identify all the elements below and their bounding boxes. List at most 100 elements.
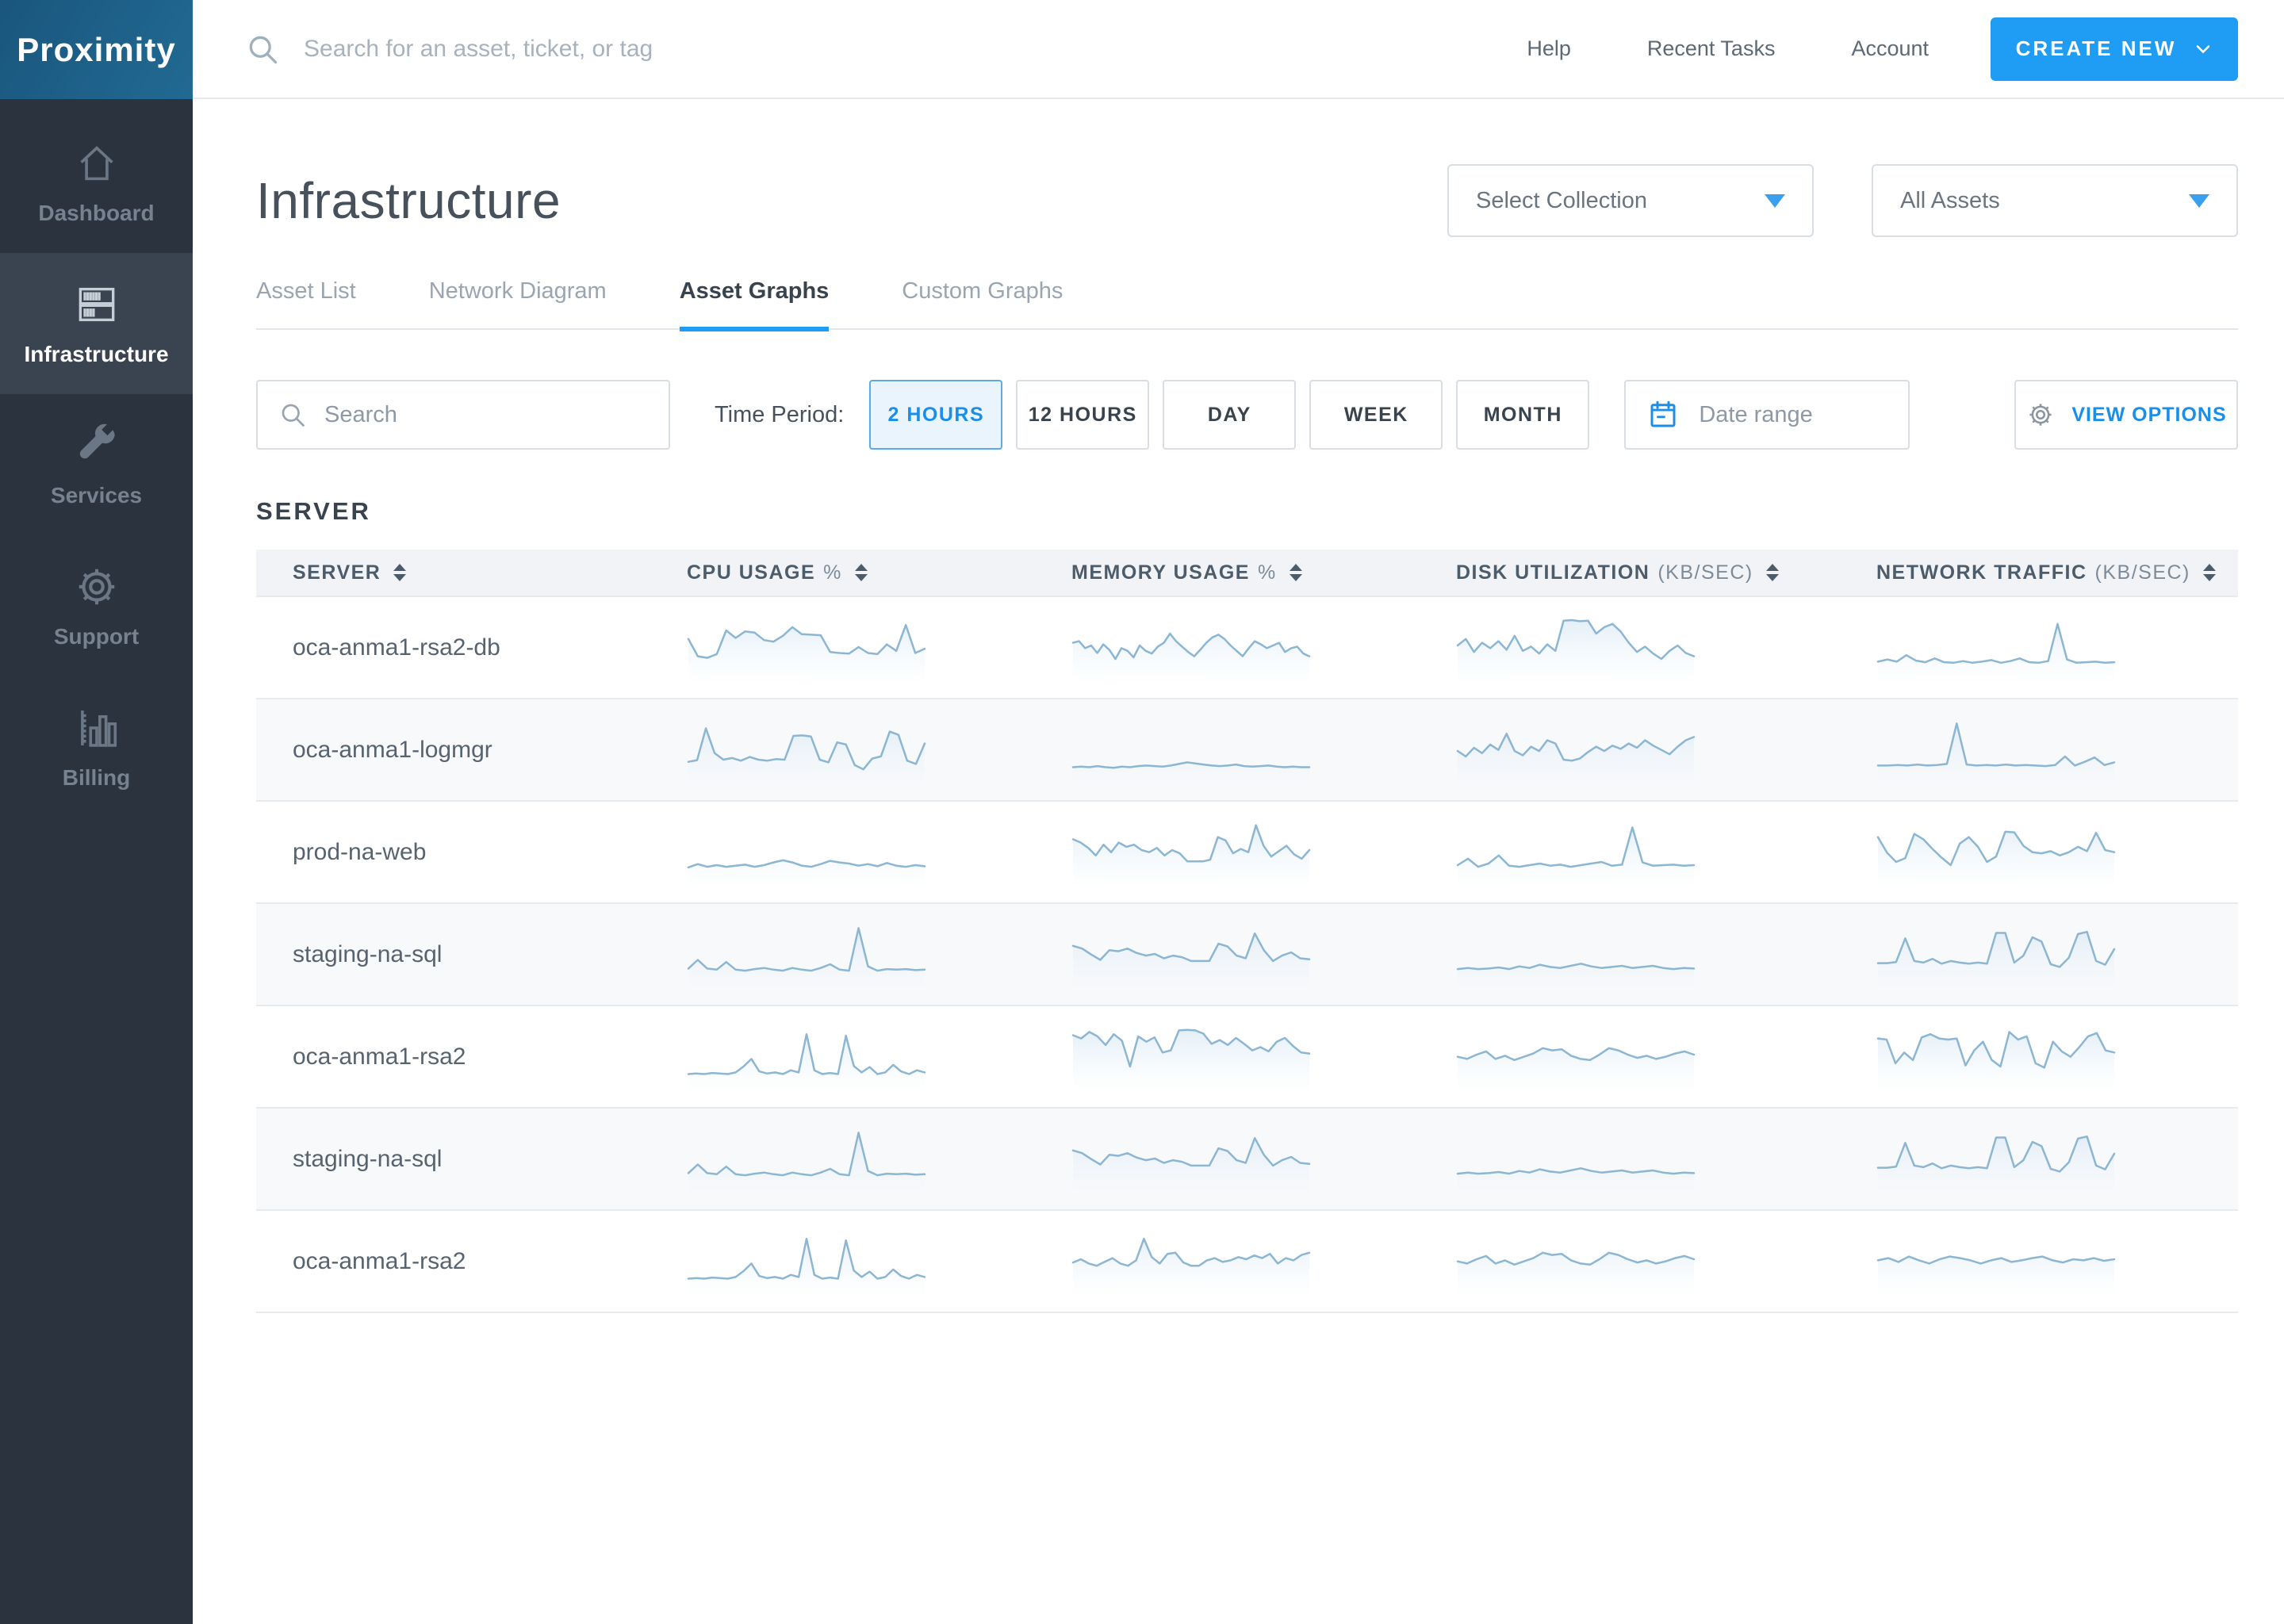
disk-utilization-sparkline [1422,1229,1842,1294]
cpu-usage-sparkline [653,1025,1037,1090]
tab-network-diagram[interactable]: Network Diagram [429,278,607,328]
sort-icon[interactable] [854,564,868,581]
sidebar-item-infrastructure[interactable]: Infrastructure [0,253,193,394]
table-row[interactable]: prod-na-web [256,802,2238,904]
network-traffic-sparkline [1842,820,2238,885]
server-name-cell: oca-anma1-rsa2 [256,1044,653,1071]
period-2-hours[interactable]: 2 HOURS [869,380,1003,450]
search-icon [245,32,280,67]
sidebar-item-dashboard[interactable]: Dashboard [0,112,193,253]
sidebar: Proximity Dashboard Infrastructure Servi… [0,0,193,1624]
server-name: oca-anma1-rsa2-db [293,634,500,661]
sort-icon[interactable] [393,564,407,581]
filter-row: Time Period: 2 HOURS 12 HOURS DAY WEEK M… [256,380,2238,450]
collection-dropdown-value: Select Collection [1476,187,1647,213]
sort-icon[interactable] [1289,564,1302,581]
account-link[interactable]: Account [1851,36,1929,61]
period-month[interactable]: MONTH [1456,380,1590,450]
table-row[interactable]: staging-na-sql [256,1109,2238,1211]
server-table: SERVER CPU USAGE % MEMORY USAGE % DISK U… [256,550,2238,1313]
server-name-cell: oca-anma1-rsa2-db [256,634,653,661]
view-options-button[interactable]: VIEW OPTIONS [2014,380,2238,450]
column-unit: (KB/SEC) [2094,561,2190,584]
sort-icon[interactable] [1765,564,1779,581]
tab-custom-graphs[interactable]: Custom Graphs [902,278,1063,328]
table-search-input[interactable] [324,401,648,428]
server-rack-icon [79,287,114,322]
sidebar-item-billing[interactable]: Billing [0,676,193,818]
collection-dropdown[interactable]: Select Collection [1447,164,1814,237]
disk-utilization-sparkline [1422,1025,1842,1090]
time-period-group: 2 HOURS 12 HOURS DAY WEEK MONTH [869,380,1590,450]
brand-logo-text: Proximity [17,30,176,68]
column-unit: % [823,561,842,584]
sidebar-item-label: Support [53,624,140,649]
table-search-box [256,380,670,450]
disk-utilization-sparkline [1422,820,1842,885]
column-label: SERVER [293,561,381,584]
column-label: DISK UTILIZATION [1456,561,1650,584]
disk-utilization-sparkline [1422,718,1842,783]
memory-usage-sparkline [1037,922,1422,987]
memory-usage-sparkline [1037,615,1422,680]
sidebar-nav: Dashboard Infrastructure Services Suppor… [0,99,193,818]
view-options-label: VIEW OPTIONS [2071,403,2227,426]
column-header-disk: DISK UTILIZATION (KB/SEC) [1422,561,1842,584]
sidebar-item-label: Services [50,483,143,508]
sidebar-item-label: Billing [62,765,131,790]
period-day[interactable]: DAY [1163,380,1297,450]
recent-tasks-link[interactable]: Recent Tasks [1647,36,1776,61]
table-body: oca-anma1-rsa2-db oca-anma1-logmgr prod-… [256,597,2238,1313]
global-search-input[interactable] [304,35,1335,63]
cpu-usage-sparkline [653,820,1037,885]
column-header-server: SERVER [256,561,653,584]
cpu-usage-sparkline [653,1229,1037,1294]
help-link[interactable]: Help [1527,36,1571,61]
column-label: CPU USAGE [687,561,816,584]
server-name: oca-anma1-rsa2 [293,1043,466,1070]
date-range-picker[interactable]: Date range [1624,380,1910,450]
sidebar-item-support[interactable]: Support [0,535,193,676]
sidebar-item-services[interactable]: Services [0,394,193,535]
time-period-label: Time Period: [715,401,845,427]
gear-icon [2029,404,2052,426]
column-header-cpu: CPU USAGE % [653,561,1037,584]
network-traffic-sparkline [1842,1229,2238,1294]
disk-utilization-sparkline [1422,922,1842,987]
period-12-hours[interactable]: 12 HOURS [1016,380,1150,450]
tab-asset-graphs[interactable]: Asset Graphs [679,278,829,331]
server-name: staging-na-sql [293,940,443,967]
table-row[interactable]: oca-anma1-rsa2 [256,1211,2238,1313]
server-name: prod-na-web [293,838,427,865]
main-content: Infrastructure Select Collection All Ass… [193,99,2284,1624]
table-row[interactable]: oca-anma1-rsa2-db [256,597,2238,699]
network-traffic-sparkline [1842,922,2238,987]
memory-usage-sparkline [1037,1127,1422,1192]
create-new-button[interactable]: CREATE NEW [1991,17,2238,81]
period-week[interactable]: WEEK [1309,380,1443,450]
cpu-usage-sparkline [653,1127,1037,1192]
caret-down-icon [2189,193,2209,208]
column-label: NETWORK TRAFFIC [1876,561,2087,584]
cpu-usage-sparkline [653,922,1037,987]
create-new-label: CREATE NEW [2015,36,2177,60]
table-header: SERVER CPU USAGE % MEMORY USAGE % DISK U… [256,550,2238,597]
chevron-down-icon [2197,44,2210,53]
memory-usage-sparkline [1037,1229,1422,1294]
table-row[interactable]: staging-na-sql [256,904,2238,1006]
assets-dropdown[interactable]: All Assets [1872,164,2238,237]
date-range-placeholder: Date range [1699,401,1813,427]
sort-icon[interactable] [2202,564,2216,581]
memory-usage-sparkline [1037,718,1422,783]
tab-asset-list[interactable]: Asset List [256,278,356,328]
wrench-icon [79,423,115,459]
server-name-cell: oca-anma1-rsa2 [256,1248,653,1275]
gear-icon [79,569,114,605]
column-header-network: NETWORK TRAFFIC (KB/SEC) [1842,561,2238,584]
brand-logo: Proximity [0,0,193,99]
table-row[interactable]: oca-anma1-logmgr [256,699,2238,802]
network-traffic-sparkline [1842,615,2238,680]
section-title: SERVER [256,497,371,525]
table-row[interactable]: oca-anma1-rsa2 [256,1006,2238,1109]
disk-utilization-sparkline [1422,615,1842,680]
